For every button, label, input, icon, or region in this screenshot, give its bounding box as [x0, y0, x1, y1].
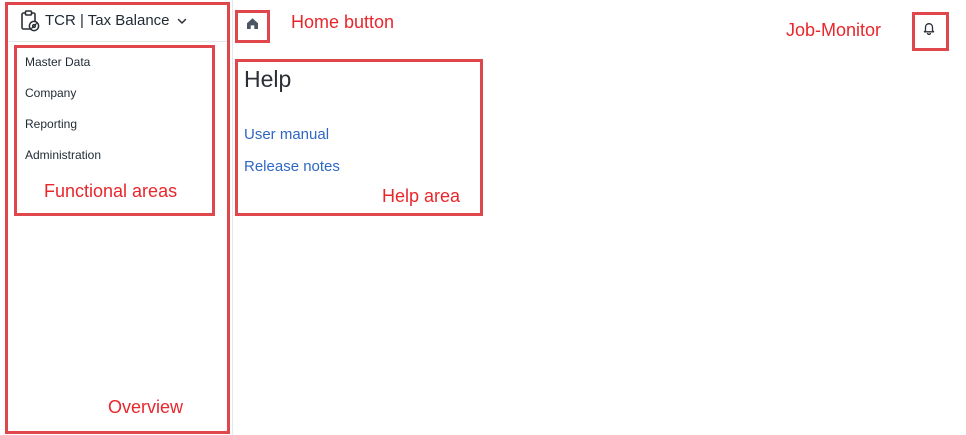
chevron-down-icon [176, 15, 188, 27]
app-switcher[interactable]: TCR | Tax Balance [8, 0, 230, 42]
sidebar-item-administration[interactable]: Administration [25, 145, 101, 176]
sidebar: TCR | Tax Balance Master Data Company Re… [0, 0, 233, 435]
sidebar-item-company[interactable]: Company [25, 83, 101, 114]
sidebar-item-master-data[interactable]: Master Data [25, 52, 101, 83]
job-monitor-button[interactable] [915, 16, 943, 44]
job-monitor-annotation: Job-Monitor [786, 20, 882, 40]
home-button[interactable] [240, 14, 264, 38]
home-button-annotation: Home button [291, 12, 395, 32]
help-title: Help [244, 66, 292, 92]
release-notes-link[interactable]: Release notes [244, 158, 340, 175]
clipboard-gear-icon [20, 9, 40, 32]
functional-areas-nav: Master Data Company Reporting Administra… [25, 52, 101, 176]
sidebar-item-reporting[interactable]: Reporting [25, 114, 101, 145]
help-area-annotation: Help area [382, 186, 461, 206]
bell-icon [922, 21, 936, 40]
user-manual-link[interactable]: User manual [244, 126, 329, 143]
home-icon [246, 17, 259, 35]
app-title: TCR | Tax Balance [45, 12, 170, 29]
